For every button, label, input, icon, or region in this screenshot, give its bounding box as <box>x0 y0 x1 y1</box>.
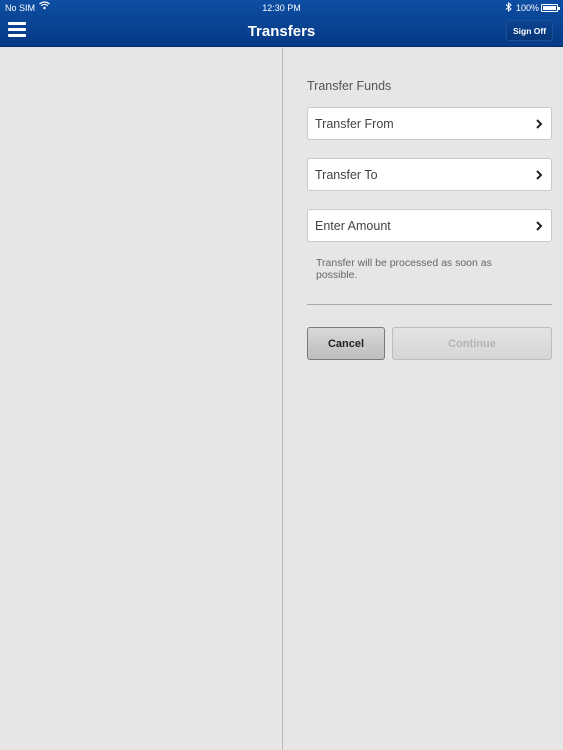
enter-amount-row[interactable]: Enter Amount <box>307 209 552 242</box>
processing-note: Transfer will be processed as soon as po… <box>316 257 492 281</box>
cancel-button[interactable]: Cancel <box>307 327 385 360</box>
continue-button[interactable]: Continue <box>392 327 552 360</box>
transfer-from-row[interactable]: Transfer From <box>307 107 552 140</box>
chevron-right-icon <box>536 169 543 180</box>
chevron-right-icon <box>536 220 543 231</box>
left-pane <box>0 48 282 750</box>
form-divider <box>307 304 552 305</box>
status-bar: No SIM 12:30 PM 100% <box>0 0 563 16</box>
transfer-to-label: Transfer To <box>315 167 378 182</box>
battery-icon <box>541 4 560 12</box>
bluetooth-icon <box>505 1 512 14</box>
enter-amount-label: Enter Amount <box>315 218 391 233</box>
sign-off-button[interactable]: Sign Off <box>506 20 553 41</box>
page-title: Transfers <box>247 23 316 40</box>
status-time: 12:30 PM <box>262 3 301 13</box>
chevron-right-icon <box>536 118 543 129</box>
right-pane <box>283 48 563 750</box>
battery-percent: 100% <box>516 3 540 13</box>
top-navigation-bar: No SIM 12:30 PM 100% Transfers Sign Off <box>0 0 563 47</box>
transfer-to-row[interactable]: Transfer To <box>307 158 552 191</box>
section-title: Transfer Funds <box>307 79 392 93</box>
transfer-from-label: Transfer From <box>315 116 394 131</box>
